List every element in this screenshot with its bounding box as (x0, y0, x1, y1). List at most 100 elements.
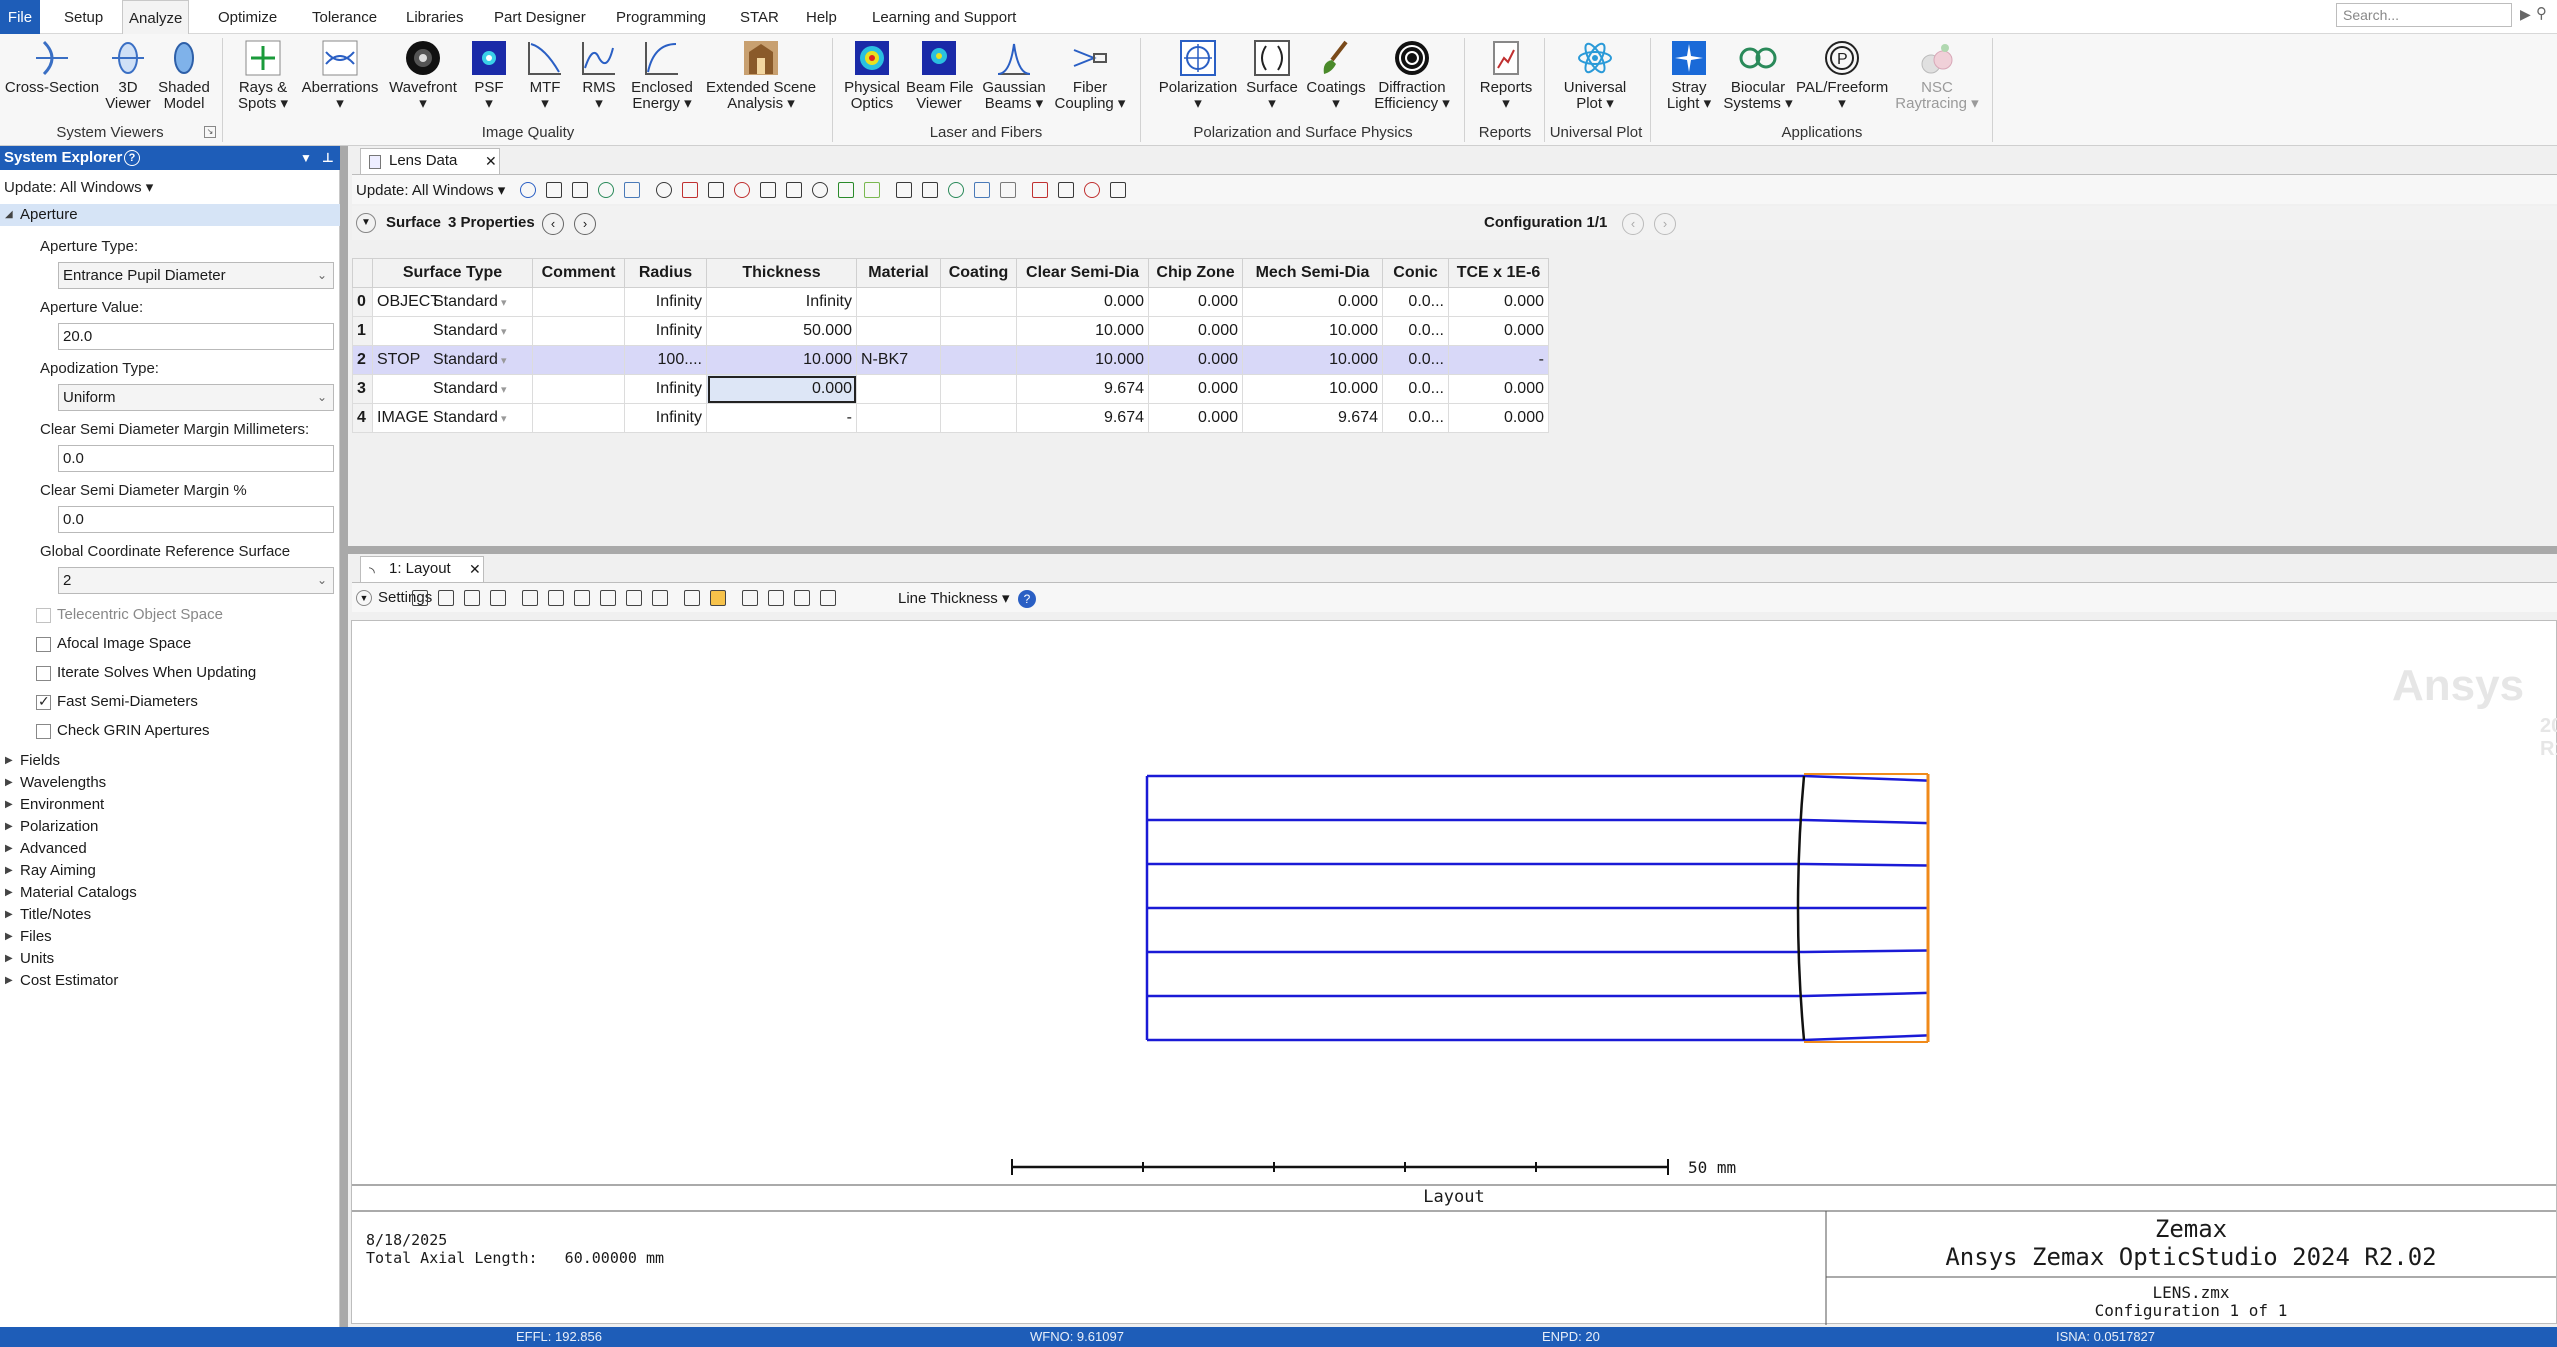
update-dropdown[interactable]: Update: All Windows ▾ (356, 181, 505, 199)
column-header[interactable]: Clear Semi-Dia (1016, 258, 1149, 288)
mech-cell[interactable]: 10.000 (1242, 345, 1383, 375)
menu-programming[interactable]: Programming (610, 0, 712, 34)
clear-cell[interactable]: 10.000 (1016, 316, 1149, 346)
settings-circle-icon[interactable] (820, 590, 836, 606)
diffraction-efficiency-button[interactable]: Diffraction Efficiency ▾ (1370, 34, 1454, 122)
chip-cell[interactable]: 0.000 (1148, 316, 1243, 346)
copy-icon[interactable] (438, 590, 454, 606)
chip-cell[interactable]: 0.000 (1148, 287, 1243, 317)
tab-layout[interactable]: ◝ 1: Layout ✕ (360, 556, 484, 582)
afocal-checkbox[interactable] (36, 637, 51, 652)
dimension-icon[interactable] (652, 590, 668, 606)
menu-tolerance[interactable]: Tolerance (306, 0, 383, 34)
coatings-button[interactable]: Coatings ▾ (1304, 34, 1368, 122)
table-row[interactable]: 4 IMAGE Standard ▾ Infinity -9.674 0.000 9.674… (352, 403, 1549, 433)
material-cell[interactable]: N-BK7 (856, 345, 941, 375)
menu-setup[interactable]: Setup (58, 0, 109, 34)
apodization-type-select[interactable]: Uniform ⌄ (58, 384, 334, 411)
menu-analyze[interactable]: Analyze (122, 0, 190, 35)
section-fields[interactable]: ▶ Fields (0, 750, 340, 772)
section-wavelengths[interactable]: ▶ Wavelengths (0, 772, 340, 794)
section-environment[interactable]: ▶ Environment (0, 794, 340, 816)
fiber-coupling-button[interactable]: Fiber Coupling ▾ (1052, 34, 1128, 122)
column-header[interactable]: Thickness (706, 258, 857, 288)
section-files[interactable]: ▶ Files (0, 926, 340, 948)
zoom-icon[interactable] (710, 590, 726, 606)
cursor-x-icon[interactable] (682, 182, 698, 198)
surface-type-cell[interactable]: IMAGE Standard ▾ (372, 403, 533, 433)
rectangle-icon[interactable] (548, 590, 564, 606)
dialog-launcher-icon[interactable]: ↘ (204, 126, 216, 138)
comment-cell[interactable] (532, 316, 625, 346)
close-icon[interactable]: ✕ (485, 149, 497, 173)
radius-cell[interactable]: Infinity (624, 374, 707, 404)
global-coord-select[interactable]: 2 ⌄ (58, 567, 334, 594)
close-icon[interactable]: ✕ (469, 557, 481, 581)
thickness-cell[interactable]: 10.000 (706, 345, 857, 375)
remove-icon[interactable] (734, 182, 750, 198)
material-cell[interactable] (856, 374, 941, 404)
clear-cell[interactable]: 9.674 (1016, 374, 1149, 404)
material-cell[interactable] (856, 287, 941, 317)
section-material-catalogs[interactable]: ▶ Material Catalogs (0, 882, 340, 904)
biocular-systems-button[interactable]: Biocular Systems ▾ (1720, 34, 1796, 122)
column-header[interactable]: Conic (1382, 258, 1449, 288)
chevron-down-icon[interactable]: ▾ (498, 355, 507, 367)
reports-button[interactable]: Reports ▾ (1474, 34, 1538, 122)
thickness-cell[interactable]: Infinity (706, 287, 857, 317)
radius-cell[interactable]: Infinity (624, 403, 707, 433)
surface-type-cell[interactable]: OBJECTStandard ▾ (372, 287, 533, 317)
cross-section-button[interactable]: Cross-Section (2, 34, 102, 122)
pin-icon[interactable]: ⊥ (322, 146, 334, 170)
globe-icon[interactable] (598, 182, 614, 198)
comment-cell[interactable] (532, 345, 625, 375)
leaf-icon[interactable] (838, 182, 854, 198)
section-units[interactable]: ▶ Units (0, 948, 340, 970)
section-ray-aiming[interactable]: ▶ Ray Aiming (0, 860, 340, 882)
conic-cell[interactable]: 0.0... (1382, 316, 1449, 346)
rms-button[interactable]: RMS ▾ (574, 34, 624, 122)
row-number[interactable]: 4 (352, 403, 373, 433)
menu-optimize[interactable]: Optimize (212, 0, 283, 34)
arrow-left-icon[interactable] (1058, 182, 1074, 198)
column-header[interactable]: Chip Zone (1148, 258, 1243, 288)
thickness-cell[interactable]: - (706, 403, 857, 433)
row-number[interactable]: 0 (352, 287, 373, 317)
coating-cell[interactable] (940, 403, 1017, 433)
prev-surface-button[interactable]: ‹ (542, 213, 564, 235)
page-icon[interactable] (1000, 182, 1016, 198)
fit-icon[interactable] (768, 590, 784, 606)
line-icon[interactable] (574, 590, 590, 606)
rays-spots-button[interactable]: Rays & Spots ▾ (232, 34, 294, 122)
comment-cell[interactable] (532, 403, 625, 433)
column-header[interactable]: Coating (940, 258, 1017, 288)
chevron-down-icon[interactable]: ▾ (498, 326, 507, 338)
pal-freeform-button[interactable]: P PAL/Freeform ▾ (1796, 34, 1888, 122)
column-header[interactable]: Radius (624, 258, 707, 288)
clear-cell[interactable]: 10.000 (1016, 345, 1149, 375)
enclosed-energy-button[interactable]: Enclosed Energy ▾ (628, 34, 696, 122)
save-icon[interactable] (464, 590, 480, 606)
undo-icon[interactable] (948, 182, 964, 198)
tce-cell[interactable]: 0.000 (1448, 316, 1549, 346)
mech-cell[interactable]: 10.000 (1242, 316, 1383, 346)
prev-config-button[interactable]: ‹ (1622, 213, 1644, 235)
play-icon[interactable]: ▶ (2520, 6, 2531, 23)
comment-cell[interactable] (532, 374, 625, 404)
mech-cell[interactable]: 10.000 (1242, 374, 1383, 404)
surface-button[interactable]: Surface ▾ (1244, 34, 1300, 122)
surface-type-cell[interactable]: Standard ▾ (372, 374, 533, 404)
chevron-down-icon[interactable]: ▾ (498, 384, 507, 396)
help-icon[interactable]: ? (124, 150, 140, 166)
refresh-all-icon[interactable] (546, 182, 562, 198)
mech-cell[interactable]: 0.000 (1242, 287, 1383, 317)
next-surface-button[interactable]: › (574, 213, 596, 235)
column-header[interactable]: TCE x 1E-6 (1448, 258, 1549, 288)
lock-icon[interactable] (742, 590, 758, 606)
table-row[interactable]: 0 OBJECTStandard ▾ Infinity Infinity 0.000 0.… (352, 287, 1549, 317)
chevron-down-icon[interactable]: ▾ (498, 413, 507, 425)
fast-semi-diameters-checkbox[interactable] (36, 693, 51, 710)
section-advanced[interactable]: ▶ Advanced (0, 838, 340, 860)
row-number[interactable]: 2 (352, 345, 373, 375)
column-header[interactable]: Material (856, 258, 941, 288)
